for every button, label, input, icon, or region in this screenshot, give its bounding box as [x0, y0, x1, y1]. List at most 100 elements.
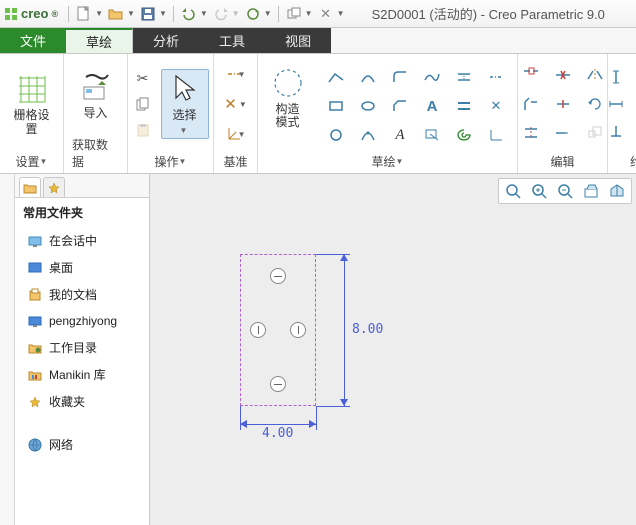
dropdown-caret-icon[interactable]: ▼	[95, 9, 103, 18]
arc-icon[interactable]	[355, 64, 381, 90]
desktop-icon	[27, 260, 43, 276]
offset-icon[interactable]	[451, 64, 477, 90]
dim-arrow	[340, 399, 348, 406]
paste-icon[interactable]	[133, 120, 153, 140]
sketch-tools-grid: A ✕ A	[323, 64, 509, 148]
centerline-icon[interactable]: ▼	[226, 64, 246, 84]
dropdown-caret-icon[interactable]: ▼	[127, 9, 135, 18]
vertical-icon[interactable]	[605, 66, 627, 88]
rectangle-icon[interactable]	[323, 93, 349, 119]
scale-icon[interactable]	[583, 121, 607, 145]
sidebar-item-label: 在会话中	[49, 232, 97, 249]
select-label: 选择	[172, 108, 196, 122]
group-import: 导入 获取数据	[64, 54, 128, 173]
cursor-icon	[168, 72, 202, 106]
sidebar-item-manikin[interactable]: Manikin 库	[15, 361, 149, 388]
tab-file[interactable]: 文件	[0, 28, 66, 53]
sidebar-item-desktop[interactable]: 桌面	[15, 254, 149, 281]
graphics-canvas[interactable]: 4.00 8.00	[150, 174, 636, 525]
delete-segment-icon[interactable]	[551, 63, 575, 87]
palette-icon[interactable]	[451, 122, 477, 148]
point-icon[interactable]: ✕▼	[226, 94, 246, 114]
ellipse-icon[interactable]	[355, 93, 381, 119]
spline-icon[interactable]	[419, 64, 445, 90]
project-icon[interactable]	[419, 122, 445, 148]
sidebar-item-label: Manikin 库	[49, 366, 106, 383]
extend-icon[interactable]	[551, 121, 575, 145]
windows-icon[interactable]	[285, 5, 303, 23]
dropdown-caret-icon[interactable]: ▼	[232, 9, 240, 18]
sidebar-item-user[interactable]: pengzhiyong	[15, 308, 149, 334]
dim-height-ext2	[316, 406, 350, 407]
close-icon[interactable]: ✕	[317, 5, 335, 23]
import-icon	[79, 70, 113, 104]
sidebar-item-workdir[interactable]: 工作目录	[15, 334, 149, 361]
rotate-resize-icon[interactable]	[583, 92, 607, 116]
coord-sketch-icon[interactable]	[483, 122, 509, 148]
centerline-sketch-icon[interactable]	[483, 64, 509, 90]
dropdown-caret-icon[interactable]: ▼	[305, 9, 313, 18]
copy-icon[interactable]	[133, 94, 153, 114]
tab-sketch[interactable]: 草绘	[66, 28, 133, 53]
view-toolbar	[498, 178, 632, 204]
sidebar-tab-favorites[interactable]	[43, 177, 65, 197]
dropdown-caret-icon[interactable]: ▼	[337, 9, 345, 18]
sidebar-item-label: 桌面	[49, 259, 73, 276]
window-title: S2D0001 (活动的) - Creo Parametric 9.0	[344, 4, 632, 23]
new-file-icon[interactable]	[75, 5, 93, 23]
tab-view[interactable]: 视图	[265, 28, 331, 53]
sidebar-item-label: 网络	[49, 436, 73, 453]
select-button[interactable]: 选择 ▼	[161, 69, 209, 138]
dim-arrow	[240, 420, 247, 428]
divide-icon[interactable]	[551, 92, 575, 116]
redo-icon[interactable]	[212, 5, 230, 23]
dim-width-text[interactable]: 4.00	[262, 426, 293, 441]
save-icon[interactable]	[139, 5, 157, 23]
regenerate-icon[interactable]	[244, 5, 262, 23]
point-sketch-icon[interactable]: ✕	[483, 93, 509, 119]
dim-width-line	[240, 424, 316, 425]
fillet-icon[interactable]	[387, 64, 413, 90]
sidebar-tab-folders[interactable]	[19, 177, 41, 197]
horizontal-icon[interactable]	[605, 93, 627, 115]
dropdown-caret-icon[interactable]: ▼	[159, 9, 167, 18]
sidebar-item-session[interactable]: 在会话中	[15, 227, 149, 254]
circle-icon[interactable]	[323, 122, 349, 148]
cut-icon[interactable]: ✂	[133, 68, 153, 88]
line-icon[interactable]	[323, 64, 349, 90]
dropdown-caret-icon[interactable]: ▼	[264, 9, 272, 18]
zoom-out-icon[interactable]	[555, 181, 575, 201]
thicken-icon[interactable]	[451, 93, 477, 119]
zoom-in-icon[interactable]	[529, 181, 549, 201]
group-datum: ▼ ✕▼ ▼ 基准	[214, 54, 258, 173]
open-file-icon[interactable]	[107, 5, 125, 23]
computer-icon	[27, 313, 43, 329]
dim-height-text[interactable]: 8.00	[352, 322, 383, 337]
display-style-icon[interactable]	[607, 181, 627, 201]
import-button[interactable]: 导入	[75, 68, 117, 122]
dropdown-caret-icon: ▼	[180, 126, 188, 135]
sketch-text-icon[interactable]: A	[387, 122, 413, 148]
dropdown-caret-icon[interactable]: ▼	[200, 9, 208, 18]
group-operations: ✂ 选择▼ 操作▼	[128, 54, 214, 173]
construction-mode-button[interactable]: 构造模式	[266, 64, 309, 131]
tab-tools[interactable]: 工具	[199, 28, 265, 53]
ribbon-tabs: 文件 草绘 分析 工具 视图	[0, 28, 636, 54]
refit-icon[interactable]	[503, 181, 523, 201]
sidebar-item-documents[interactable]: 我的文档	[15, 281, 149, 308]
text-icon[interactable]: A	[419, 93, 445, 119]
undo-icon[interactable]	[180, 5, 198, 23]
mirror-icon[interactable]	[583, 63, 607, 87]
corner-icon[interactable]	[519, 92, 543, 116]
chamfer-icon[interactable]	[387, 93, 413, 119]
conic-icon[interactable]	[355, 122, 381, 148]
sidebar-item-favorites[interactable]: 收藏夹	[15, 388, 149, 415]
grid-settings-button[interactable]: 栅格设置	[8, 70, 55, 137]
sidebar-item-network[interactable]: 网络	[15, 431, 149, 458]
repaint-icon[interactable]	[581, 181, 601, 201]
trim-icon[interactable]	[519, 121, 543, 145]
modify-icon[interactable]	[519, 63, 543, 87]
perpendicular-icon[interactable]	[605, 120, 627, 142]
tab-analysis[interactable]: 分析	[133, 28, 199, 53]
coord-sys-icon[interactable]: ▼	[226, 124, 246, 144]
